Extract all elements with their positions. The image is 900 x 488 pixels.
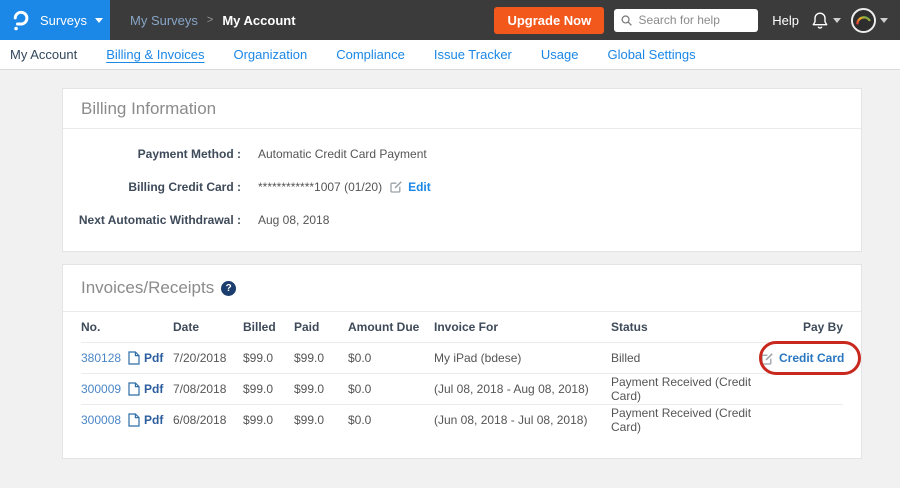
col-pay-by: Pay By	[761, 320, 843, 334]
billing-information-title: Billing Information	[81, 99, 216, 119]
invoice-no-cell: 300009 Pdf	[81, 382, 173, 396]
invoice-for: (Jul 08, 2018 - Aug 08, 2018)	[434, 382, 611, 396]
table-row: 300008 Pdf 6/08/2018 $99.0 $99.0 $0.0 (J…	[81, 404, 843, 435]
invoice-billed: $99.0	[243, 413, 294, 427]
invoice-date: 7/20/2018	[173, 351, 243, 365]
avatar	[851, 8, 876, 33]
chevron-down-icon	[95, 18, 103, 23]
account-tabbar: My Account Billing & Invoices Organizati…	[0, 40, 900, 70]
invoice-status: Payment Received (Credit Card)	[611, 406, 761, 434]
payment-method-label: Payment Method :	[63, 147, 241, 161]
questionpro-logo-icon	[12, 10, 29, 31]
breadcrumb-my-account: My Account	[222, 13, 295, 28]
invoice-number-link[interactable]: 300008	[81, 413, 121, 427]
breadcrumb-separator: >	[207, 14, 213, 26]
payment-method-row: Payment Method : Automatic Credit Card P…	[63, 137, 861, 170]
invoice-for: (Jun 08, 2018 - Jul 08, 2018)	[434, 413, 611, 427]
invoice-for: My iPad (bdese)	[434, 351, 611, 365]
invoice-number-link[interactable]: 300009	[81, 382, 121, 396]
invoices-receipts-title: Invoices/Receipts	[81, 278, 214, 298]
col-billed: Billed	[243, 320, 294, 334]
billing-credit-card-label: Billing Credit Card :	[63, 180, 241, 194]
invoice-status: Billed	[611, 351, 761, 365]
search-input[interactable]	[639, 13, 752, 27]
col-status: Status	[611, 320, 761, 334]
pdf-label: Pdf	[144, 351, 163, 365]
edit-card-link[interactable]: Edit	[408, 180, 431, 194]
billing-information-card: Billing Information Payment Method : Aut…	[62, 88, 862, 252]
help-search-box[interactable]	[614, 9, 758, 32]
product-label: Surveys	[40, 13, 87, 28]
tab-usage[interactable]: Usage	[541, 47, 579, 62]
billing-credit-card-row: Billing Credit Card : ************1007 (…	[63, 170, 861, 203]
billing-credit-card-value: ************1007 (01/20) Edit	[258, 180, 431, 194]
invoice-paid: $99.0	[294, 351, 348, 365]
invoices-receipts-header: Invoices/Receipts ?	[63, 265, 861, 312]
main-content: Billing Information Payment Method : Aut…	[0, 70, 900, 459]
bell-icon	[811, 11, 829, 30]
billing-information-header: Billing Information	[63, 89, 861, 129]
invoice-date: 7/08/2018	[173, 382, 243, 396]
next-withdrawal-label: Next Automatic Withdrawal :	[63, 213, 241, 227]
invoices-receipts-card: Invoices/Receipts ? No. Date Billed Paid…	[62, 264, 862, 459]
invoices-table-header: No. Date Billed Paid Amount Due Invoice …	[81, 312, 843, 342]
invoice-amount-due: $0.0	[348, 382, 434, 396]
chevron-down-icon	[833, 18, 841, 23]
pdf-file-icon	[128, 413, 140, 427]
breadcrumb-my-surveys[interactable]: My Surveys	[130, 13, 198, 28]
next-withdrawal-row: Next Automatic Withdrawal : Aug 08, 2018	[63, 203, 861, 236]
invoice-billed: $99.0	[243, 382, 294, 396]
pdf-download-link[interactable]: Pdf	[128, 382, 163, 396]
table-row: 300009 Pdf 7/08/2018 $99.0 $99.0 $0.0 (J…	[81, 373, 843, 404]
account-menu[interactable]	[851, 8, 888, 33]
help-link[interactable]: Help	[772, 13, 799, 28]
surveys-product-dropdown[interactable]: Surveys	[0, 0, 110, 40]
invoices-table: No. Date Billed Paid Amount Due Invoice …	[63, 312, 861, 458]
pdf-file-icon	[128, 382, 140, 396]
edit-pencil-icon[interactable]	[390, 180, 403, 193]
tab-my-account[interactable]: My Account	[10, 47, 77, 62]
invoice-date: 6/08/2018	[173, 413, 243, 427]
invoice-billed: $99.0	[243, 351, 294, 365]
pay-by-credit-card-link[interactable]: Credit Card	[779, 351, 844, 365]
invoice-paid: $99.0	[294, 382, 348, 396]
tab-issue-tracker[interactable]: Issue Tracker	[434, 47, 512, 62]
pdf-file-icon	[128, 351, 140, 365]
col-amount-due: Amount Due	[348, 320, 434, 334]
payment-method-value: Automatic Credit Card Payment	[258, 147, 427, 161]
breadcrumb: My Surveys > My Account	[130, 13, 296, 28]
chevron-down-icon	[880, 18, 888, 23]
table-row: 380128 Pdf 7/20/2018 $99.0 $99.0 $0.0 My…	[81, 342, 843, 373]
notifications-menu[interactable]	[811, 11, 841, 30]
tab-organization[interactable]: Organization	[233, 47, 307, 62]
next-withdrawal-value: Aug 08, 2018	[258, 213, 329, 227]
tab-compliance[interactable]: Compliance	[336, 47, 405, 62]
col-paid: Paid	[294, 320, 348, 334]
edit-pencil-icon	[761, 352, 774, 365]
invoice-status: Payment Received (Credit Card)	[611, 375, 761, 403]
upgrade-now-button[interactable]: Upgrade Now	[494, 7, 604, 34]
invoice-number-link[interactable]: 380128	[81, 351, 121, 365]
invoice-amount-due: $0.0	[348, 351, 434, 365]
invoice-no-cell: 300008 Pdf	[81, 413, 173, 427]
pay-by-cell: Credit Card	[761, 351, 844, 365]
pdf-label: Pdf	[144, 413, 163, 427]
col-no: No.	[81, 320, 173, 334]
pdf-download-link[interactable]: Pdf	[128, 351, 163, 365]
help-question-icon[interactable]: ?	[221, 281, 236, 296]
topbar-right: Upgrade Now Help	[494, 7, 900, 34]
tab-global-settings[interactable]: Global Settings	[607, 47, 695, 62]
pdf-label: Pdf	[144, 382, 163, 396]
billing-information-body: Payment Method : Automatic Credit Card P…	[63, 129, 861, 251]
invoice-paid: $99.0	[294, 413, 348, 427]
invoice-no-cell: 380128 Pdf	[81, 351, 173, 365]
invoice-amount-due: $0.0	[348, 413, 434, 427]
card-number-masked: ************1007 (01/20)	[258, 180, 382, 194]
tab-billing-invoices[interactable]: Billing & Invoices	[106, 47, 204, 62]
topbar: Surveys My Surveys > My Account Upgrade …	[0, 0, 900, 40]
search-icon	[621, 14, 632, 27]
pdf-download-link[interactable]: Pdf	[128, 413, 163, 427]
col-invoice-for: Invoice For	[434, 320, 611, 334]
col-date: Date	[173, 320, 243, 334]
